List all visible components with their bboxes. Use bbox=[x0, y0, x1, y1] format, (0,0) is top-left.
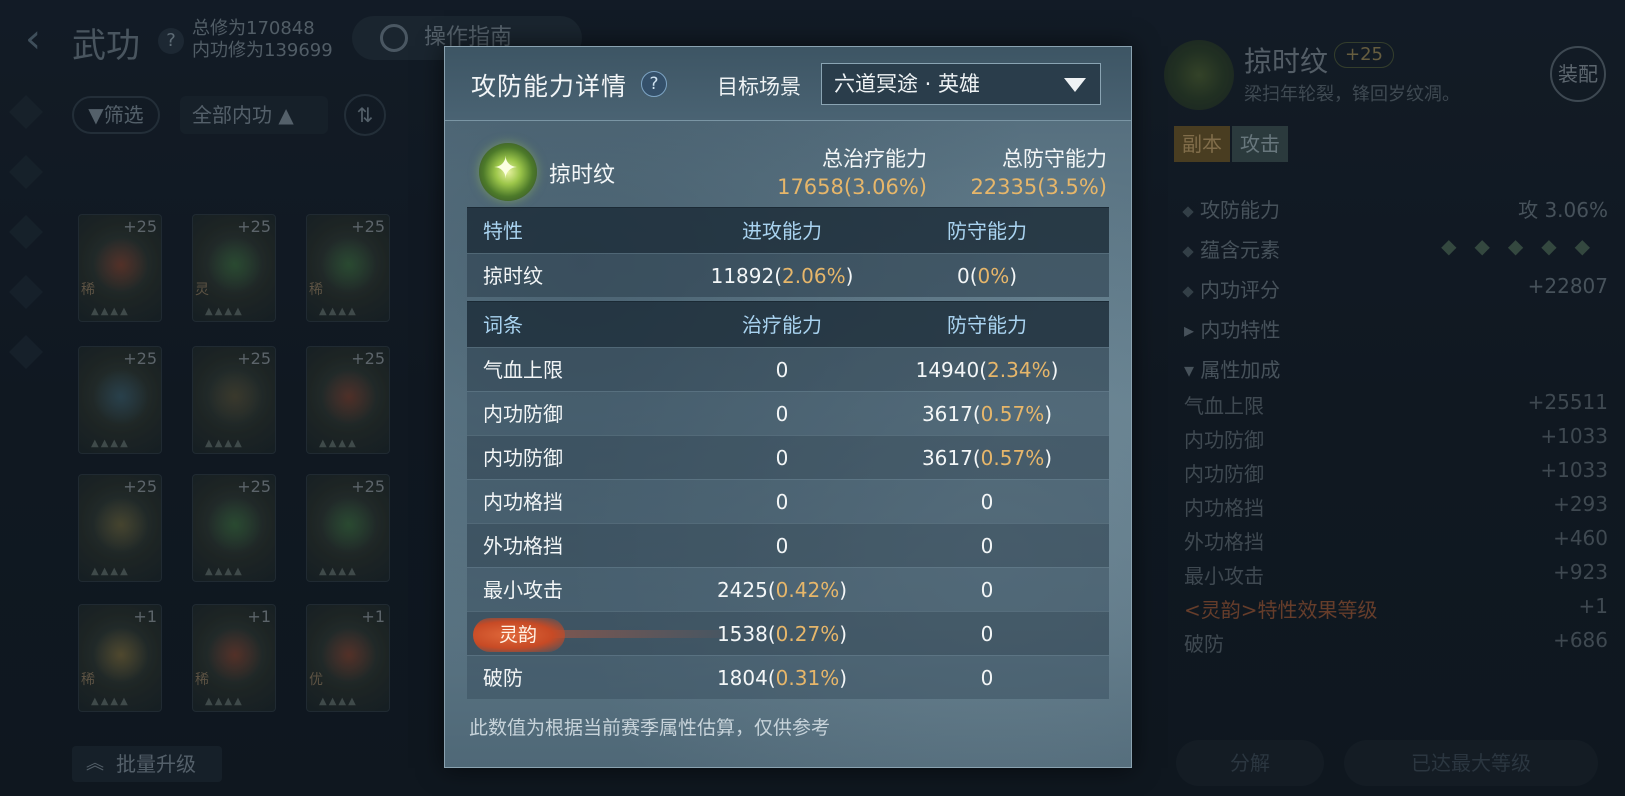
total-defense-value: 22335(3.5%) bbox=[970, 175, 1107, 199]
entry-table: 词条 治疗能力 防守能力 气血上限 0 14940(2.34%) 内功防御 0 3617(… bbox=[467, 301, 1109, 699]
row-value-a: 0 bbox=[775, 402, 789, 426]
row-name: 外功格挡 bbox=[483, 534, 563, 558]
row-value-d: 0(0%) bbox=[956, 264, 1018, 288]
table-row: 气血上限 0 14940(2.34%) bbox=[467, 347, 1109, 391]
table-row: 内功防御 0 3617(0.57%) bbox=[467, 391, 1109, 435]
row-value-a: 0 bbox=[775, 534, 789, 558]
row-name: 掠时纹 bbox=[483, 264, 543, 288]
row-name: 破防 bbox=[483, 666, 523, 690]
row-value-a: 2425(0.42%) bbox=[716, 578, 848, 602]
row-value-a: 0 bbox=[775, 358, 789, 382]
col-trait: 特性 bbox=[483, 219, 523, 243]
skill-name: 掠时纹 bbox=[549, 163, 616, 188]
row-name: 最小攻击 bbox=[483, 578, 563, 602]
table-row: 掠时纹 11892(2.06%) 0(0%) bbox=[467, 253, 1109, 297]
modal-header: 攻防能力详情 ? 目标场景 六道冥途 · 英雄 bbox=[445, 47, 1131, 121]
row-value-d: 0 bbox=[980, 534, 994, 558]
row-value-d: 0 bbox=[980, 578, 994, 602]
dropdown-arrow-icon bbox=[1064, 78, 1086, 92]
table-row: 破防 1804(0.31%) 0 bbox=[467, 655, 1109, 699]
total-defense-label: 总防守能力 bbox=[1002, 147, 1107, 171]
row-name: 内功防御 bbox=[483, 446, 563, 470]
scene-value: 六道冥途 · 英雄 bbox=[834, 72, 981, 96]
entry-table-header: 词条 治疗能力 防守能力 bbox=[467, 301, 1109, 347]
scene-label: 目标场景 bbox=[717, 75, 801, 99]
row-value-a: 0 bbox=[775, 490, 789, 514]
col-attack: 进攻能力 bbox=[742, 219, 822, 243]
trait-table-header: 特性 进攻能力 防守能力 bbox=[467, 207, 1109, 253]
table-row: 内功格挡 0 0 bbox=[467, 479, 1109, 523]
col-defense: 防守能力 bbox=[947, 313, 1027, 337]
row-value-a: 0 bbox=[775, 446, 789, 470]
attack-defense-detail-modal: 攻防能力详情 ? 目标场景 六道冥途 · 英雄 掠时纹 总治疗能力 总防守能力 … bbox=[444, 46, 1132, 768]
row-value-a: 1538(0.27%) bbox=[716, 622, 848, 646]
row-value-a: 1804(0.31%) bbox=[716, 666, 848, 690]
scene-dropdown[interactable]: 六道冥途 · 英雄 bbox=[821, 63, 1101, 105]
row-name: 内功防御 bbox=[483, 402, 563, 426]
row-name: 内功格挡 bbox=[483, 490, 563, 514]
help-icon[interactable]: ? bbox=[641, 71, 667, 97]
col-entry: 词条 bbox=[483, 313, 523, 337]
col-heal: 治疗能力 bbox=[742, 313, 822, 337]
lingyun-badge: 灵韵 bbox=[473, 618, 565, 652]
total-heal-value: 17658(3.06%) bbox=[777, 175, 927, 199]
table-row: 内功防御 0 3617(0.57%) bbox=[467, 435, 1109, 479]
skill-icon bbox=[479, 143, 537, 201]
row-value-a: 11892(2.06%) bbox=[710, 264, 854, 288]
row-value-d: 14940(2.34%) bbox=[915, 358, 1059, 382]
row-value-d: 3617(0.57%) bbox=[921, 402, 1053, 426]
total-heal-label: 总治疗能力 bbox=[822, 147, 927, 171]
trait-table: 特性 进攻能力 防守能力 掠时纹 11892(2.06%) 0(0%) bbox=[467, 207, 1109, 297]
table-row: 最小攻击 2425(0.42%) 0 bbox=[467, 567, 1109, 611]
row-value-d: 0 bbox=[980, 666, 994, 690]
row-name: 气血上限 bbox=[483, 358, 563, 382]
row-value-d: 0 bbox=[980, 622, 994, 646]
table-row: 外功格挡 0 0 bbox=[467, 523, 1109, 567]
modal-title: 攻防能力详情 bbox=[471, 72, 628, 101]
row-value-d: 0 bbox=[980, 490, 994, 514]
row-value-d: 3617(0.57%) bbox=[921, 446, 1053, 470]
footnote: 此数值为根据当前赛季属性估算，仅供参考 bbox=[469, 717, 831, 739]
table-row: 灵韵 1538(0.27%) 0 bbox=[467, 611, 1109, 655]
col-defense: 防守能力 bbox=[947, 219, 1027, 243]
